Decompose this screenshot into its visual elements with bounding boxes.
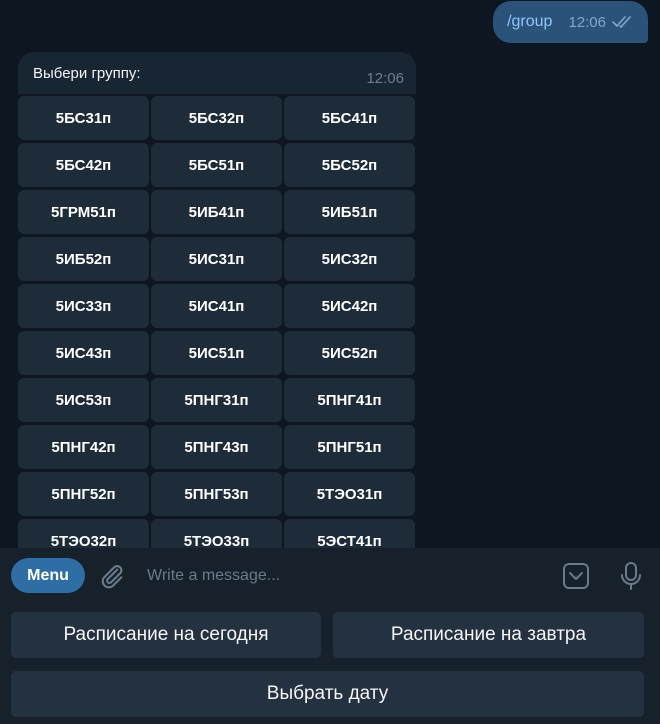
group-button[interactable]: 5ТЭО31п xyxy=(284,472,415,516)
group-button[interactable]: 5ИБ41п xyxy=(151,190,282,234)
outgoing-message-text: /group xyxy=(507,13,553,30)
group-button[interactable]: 5ПНГ53п xyxy=(151,472,282,516)
group-button[interactable]: 5ИБ51п xyxy=(284,190,415,234)
schedule-tomorrow-button[interactable]: Расписание на завтра xyxy=(333,612,644,658)
group-button[interactable]: 5БС32п xyxy=(151,96,282,140)
group-button[interactable]: 5БС52п xyxy=(284,143,415,187)
group-button[interactable]: 5ИС41п xyxy=(151,284,282,328)
paperclip-icon[interactable] xyxy=(98,562,126,595)
group-button[interactable]: 5БС41п xyxy=(284,96,415,140)
outgoing-message-time: 12:06 xyxy=(568,13,606,31)
microphone-icon[interactable] xyxy=(618,561,644,596)
group-button[interactable]: 5ТЭО32п xyxy=(18,519,149,548)
chat-area: /group 12:06 Выбери группу: 12:06 5БС31п… xyxy=(0,0,660,548)
group-button[interactable]: 5ИС42п xyxy=(284,284,415,328)
message-input[interactable] xyxy=(140,562,554,590)
group-button[interactable]: 5ПНГ52п xyxy=(18,472,149,516)
pick-date-button[interactable]: Выбрать дату xyxy=(11,671,644,717)
group-button[interactable]: 5ПНГ41п xyxy=(284,378,415,422)
group-button[interactable]: 5ИС33п xyxy=(18,284,149,328)
group-button[interactable]: 5ПНГ42п xyxy=(18,425,149,469)
schedule-today-button[interactable]: Расписание на сегодня xyxy=(11,612,321,658)
incoming-message[interactable]: Выбери группу: 12:06 xyxy=(18,52,416,94)
group-button[interactable]: 5ЭСТ41п xyxy=(284,519,415,548)
group-button[interactable]: 5ИС51п xyxy=(151,331,282,375)
group-button[interactable]: 5ПНГ31п xyxy=(151,378,282,422)
group-button[interactable]: 5ИС52п xyxy=(284,331,415,375)
inline-keyboard: 5БС31п 5БС32п 5БС41п 5БС42п 5БС51п 5БС52… xyxy=(18,96,416,548)
group-button[interactable]: 5ИС43п xyxy=(18,331,149,375)
group-button[interactable]: 5ИБ52п xyxy=(18,237,149,281)
group-button[interactable]: 5ИС31п xyxy=(151,237,282,281)
group-button[interactable]: 5БС51п xyxy=(151,143,282,187)
group-button[interactable]: 5ТЭО33п xyxy=(151,519,282,548)
group-button[interactable]: 5БС31п xyxy=(18,96,149,140)
group-button[interactable]: 5БС42п xyxy=(18,143,149,187)
incoming-message-text: Выбери группу: xyxy=(33,65,141,82)
reply-keyboard: Расписание на сегодня Расписание на завт… xyxy=(0,604,660,724)
message-composer: Menu xyxy=(0,548,660,604)
bot-commands-icon[interactable] xyxy=(561,561,591,596)
menu-button[interactable]: Menu xyxy=(11,558,85,593)
outgoing-message[interactable]: /group 12:06 xyxy=(493,1,648,43)
group-button[interactable]: 5ИС53п xyxy=(18,378,149,422)
group-button[interactable]: 5ГРМ51п xyxy=(18,190,149,234)
double-check-icon xyxy=(612,15,634,29)
incoming-message-time: 12:06 xyxy=(366,70,404,87)
group-button[interactable]: 5ПНГ43п xyxy=(151,425,282,469)
group-button[interactable]: 5ПНГ51п xyxy=(284,425,415,469)
group-button[interactable]: 5ИС32п xyxy=(284,237,415,281)
